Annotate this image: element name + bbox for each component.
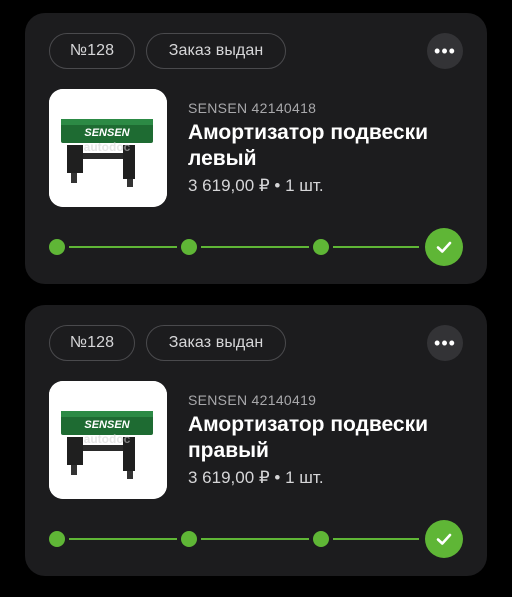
checkmark-icon (436, 241, 452, 253)
progress-complete-badge (425, 228, 463, 266)
order-status-badge: Заказ выдан (146, 325, 286, 361)
progress-segment (69, 246, 177, 248)
product-sku: SENSEN 42140419 (188, 392, 317, 408)
progress-segment (201, 246, 309, 248)
shock-absorber-product-image: SENSEN autodoc (49, 381, 167, 499)
shock-absorber-product-image: SENSEN autodoc (49, 89, 167, 207)
more-options-button[interactable]: ••• (427, 325, 463, 361)
svg-text:autodoc: autodoc (84, 140, 131, 154)
product-title[interactable]: Амортизатор подвески правый (188, 412, 448, 464)
product-image[interactable]: SENSEN autodoc (49, 89, 167, 207)
checkmark-icon (436, 533, 452, 545)
progress-segment (201, 538, 309, 540)
order-number-badge: №128 (49, 325, 135, 361)
svg-text:autodoc: autodoc (84, 432, 131, 446)
progress-segment (333, 538, 419, 540)
svg-text:SENSEN: SENSEN (84, 419, 130, 431)
progress-step-dot (313, 531, 329, 547)
product-price-quantity: 3 619,00 ₽ • 1 шт. (188, 468, 324, 487)
order-progress-track (49, 520, 463, 558)
progress-step-dot (49, 239, 65, 255)
progress-step-dot (181, 239, 197, 255)
progress-segment (69, 538, 177, 540)
more-horizontal-icon: ••• (434, 333, 456, 353)
product-price-quantity: 3 619,00 ₽ • 1 шт. (188, 176, 324, 195)
more-options-button[interactable]: ••• (427, 33, 463, 69)
order-number-badge: №128 (49, 33, 135, 69)
order-progress-track (49, 228, 463, 266)
more-horizontal-icon: ••• (434, 41, 456, 61)
product-image[interactable]: SENSEN autodoc (49, 381, 167, 499)
progress-step-dot (181, 531, 197, 547)
order-card[interactable]: №128 Заказ выдан ••• SENSEN autodoc SENS… (25, 13, 487, 284)
product-sku: SENSEN 42140418 (188, 100, 317, 116)
order-card[interactable]: №128 Заказ выдан ••• SENSEN autodoc SENS… (25, 305, 487, 576)
progress-step-dot (313, 239, 329, 255)
product-title[interactable]: Амортизатор подвески левый (188, 120, 448, 172)
svg-text:SENSEN: SENSEN (84, 127, 130, 139)
order-status-badge: Заказ выдан (146, 33, 286, 69)
progress-complete-badge (425, 520, 463, 558)
progress-segment (333, 246, 419, 248)
progress-step-dot (49, 531, 65, 547)
